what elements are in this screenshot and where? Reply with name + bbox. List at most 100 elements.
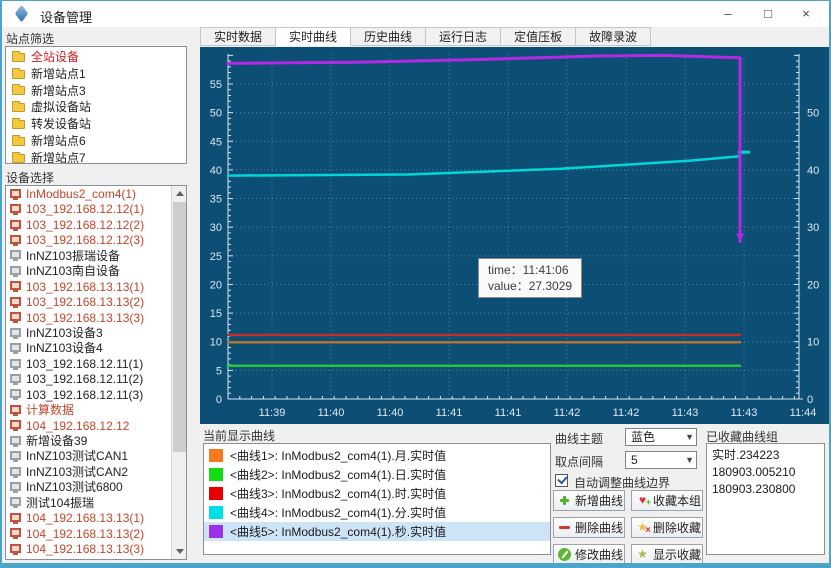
button-label: 删除曲线 [575, 519, 623, 536]
tab-实时数据[interactable]: 实时数据 [200, 27, 276, 46]
station-label: 全站设备 [31, 49, 79, 66]
device-list[interactable]: InModbus2_com4(1)103_192.168.12.12(1)103… [5, 185, 187, 560]
curve-legend-label: <曲线5>: InModbus2_com4(1).秒.实时值 [230, 523, 446, 540]
device-manager-window: 设备管理 – □ × 站点筛选 全站设备新增站点1新增站点3虚拟设备站转发设备站… [0, 0, 831, 568]
favorite-group-item[interactable]: 实时.234223 [707, 447, 824, 464]
device-item[interactable]: 104_192.168.13.13(1) [6, 511, 171, 526]
device-label: InNZ103测试CAN1 [26, 449, 128, 464]
curve-legend-list[interactable]: <曲线1>: InModbus2_com4(1).月.实时值<曲线2>: InM… [203, 443, 551, 555]
device-item[interactable]: 103_192.168.13.13(1) [6, 280, 171, 295]
chart-canvas[interactable]: 05101520253035404550550102030405011:3911… [200, 47, 829, 424]
curve-legend-item[interactable]: <曲线2>: InModbus2_com4(1).日.实时值 [204, 465, 550, 484]
device-item[interactable]: 新增设备39 [6, 434, 171, 449]
device-item[interactable]: 测试104振瑞 [6, 496, 171, 511]
tab-运行日志[interactable]: 运行日志 [426, 27, 501, 46]
station-list[interactable]: 全站设备新增站点1新增站点3虚拟设备站转发设备站新增站点6新增站点7 [5, 46, 187, 164]
curve-legend-item[interactable]: <曲线1>: InModbus2_com4(1).月.实时值 [204, 446, 550, 465]
tab-历史曲线[interactable]: 历史曲线 [351, 27, 426, 46]
curve-color-swatch [209, 487, 223, 500]
curve-legend-item[interactable]: <曲线4>: InModbus2_com4(1).分.实时值 [204, 503, 550, 522]
scroll-down-icon[interactable] [172, 544, 187, 559]
device-item[interactable]: 104_192.168.12.12 [6, 419, 171, 434]
svg-text:11:44: 11:44 [790, 407, 817, 419]
edit-curve-button[interactable]: 修改曲线 [553, 544, 625, 565]
device-monitor-icon [10, 297, 21, 306]
device-label: 103_192.168.13.13(2) [26, 295, 144, 310]
window-title: 设备管理 [40, 7, 92, 26]
device-list-scrollbar[interactable] [171, 186, 186, 559]
device-item[interactable]: 104_192.168.13.13(2) [6, 527, 171, 542]
device-monitor-icon [10, 204, 21, 213]
tab-故障录波[interactable]: 故障录波 [576, 27, 651, 46]
favorites-list[interactable]: 实时.234223180903.005210180903.230800 [706, 443, 825, 555]
favorite-group-button[interactable]: 收藏本组 [631, 490, 703, 511]
titlebar[interactable]: 设备管理 – □ × [2, 1, 829, 27]
device-item[interactable]: 104_192.168.13.13(3) [6, 542, 171, 557]
station-item[interactable]: 转发设备站 [6, 116, 186, 133]
curve-color-swatch [209, 468, 223, 481]
device-item[interactable]: 103_192.168.12.11(1) [6, 357, 171, 372]
station-item[interactable]: 新增站点7 [6, 150, 186, 164]
tab-定值压板[interactable]: 定值压板 [501, 27, 576, 46]
svg-text:40: 40 [210, 165, 222, 177]
svg-text:0: 0 [807, 394, 813, 406]
device-item[interactable]: InNZ103测试6800 [6, 480, 171, 495]
minimize-button[interactable]: – [711, 1, 745, 27]
maximize-button[interactable]: □ [751, 1, 785, 27]
device-item[interactable]: 103_192.168.12.12(2) [6, 218, 171, 233]
show-favorite-button[interactable]: 显示收藏 [631, 544, 703, 565]
device-item[interactable]: 103_192.168.12.12(1) [6, 202, 171, 217]
add-curve-button[interactable]: 新增曲线 [553, 490, 625, 511]
device-label: 103_192.168.13.13(3) [26, 311, 144, 326]
device-item[interactable]: 103_192.168.12.11(3) [6, 388, 171, 403]
station-item[interactable]: 全站设备 [6, 49, 186, 66]
delete-favorite-button[interactable]: 删除收藏 [631, 517, 703, 538]
device-item[interactable]: 103_192.168.13.13(2) [6, 295, 171, 310]
point-interval-select[interactable]: 5 ▼ [625, 451, 697, 469]
station-item[interactable]: 新增站点3 [6, 83, 186, 100]
device-item[interactable]: InNZ103测试CAN2 [6, 465, 171, 480]
device-label: 104_192.168.13.13(3) [26, 542, 144, 557]
device-monitor-icon [10, 220, 21, 229]
station-label: 新增站点3 [31, 83, 86, 100]
favorite-group-item[interactable]: 180903.005210 [707, 464, 824, 481]
device-label: 103_192.168.12.11(1) [26, 357, 143, 372]
realtime-chart[interactable]: 05101520253035404550550102030405011:3911… [200, 47, 829, 424]
scrollbar-thumb[interactable] [173, 202, 186, 452]
curve-legend-item[interactable]: <曲线3>: InModbus2_com4(1).时.实时值 [204, 484, 550, 503]
favorite-group-item[interactable]: 180903.230800 [707, 481, 824, 498]
device-monitor-icon [10, 482, 21, 491]
device-item[interactable]: InNZ103设备3 [6, 326, 171, 341]
station-item[interactable]: 新增站点1 [6, 66, 186, 83]
scroll-up-icon[interactable] [172, 186, 187, 201]
device-item[interactable]: 计算数据 [6, 403, 171, 418]
curve-theme-label: 曲线主题 [555, 430, 603, 447]
device-item[interactable]: InModbus2_com4(1) [6, 187, 171, 202]
device-item[interactable]: 103_192.168.12.12(3) [6, 233, 171, 248]
device-monitor-icon [10, 528, 21, 537]
station-item[interactable]: 新增站点6 [6, 133, 186, 150]
curve-color-swatch [209, 506, 223, 519]
station-label: 新增站点1 [31, 66, 86, 83]
tab-实时曲线[interactable]: 实时曲线 [276, 27, 351, 46]
autofit-checkbox[interactable] [555, 474, 568, 487]
device-monitor-icon [10, 235, 21, 244]
chart-tooltip: time：11:41:06 value：27.3029 [478, 258, 582, 298]
close-button[interactable]: × [789, 1, 823, 27]
svg-text:11:41: 11:41 [495, 407, 522, 419]
curve-legend-label: <曲线2>: InModbus2_com4(1).日.实时值 [230, 466, 446, 483]
device-item[interactable]: InNZ103南自设备 [6, 264, 171, 279]
device-label: 103_192.168.12.12(1) [26, 202, 144, 217]
device-item[interactable]: 103_192.168.12.11(2) [6, 372, 171, 387]
device-monitor-icon [10, 436, 21, 445]
curve-theme-select[interactable]: 蓝色 ▼ [625, 428, 697, 446]
device-item[interactable]: InNZ103测试CAN1 [6, 449, 171, 464]
station-item[interactable]: 虚拟设备站 [6, 99, 186, 116]
device-item[interactable]: InNZ103振瑞设备 [6, 249, 171, 264]
curve-legend-item[interactable]: <曲线5>: InModbus2_com4(1).秒.实时值 [204, 522, 550, 541]
device-monitor-icon [10, 405, 21, 414]
station-filter-title: 站点筛选 [6, 30, 54, 47]
device-item[interactable]: 103_192.168.13.13(3) [6, 311, 171, 326]
device-item[interactable]: InNZ103设备4 [6, 341, 171, 356]
delete-curve-button[interactable]: 删除曲线 [553, 517, 625, 538]
